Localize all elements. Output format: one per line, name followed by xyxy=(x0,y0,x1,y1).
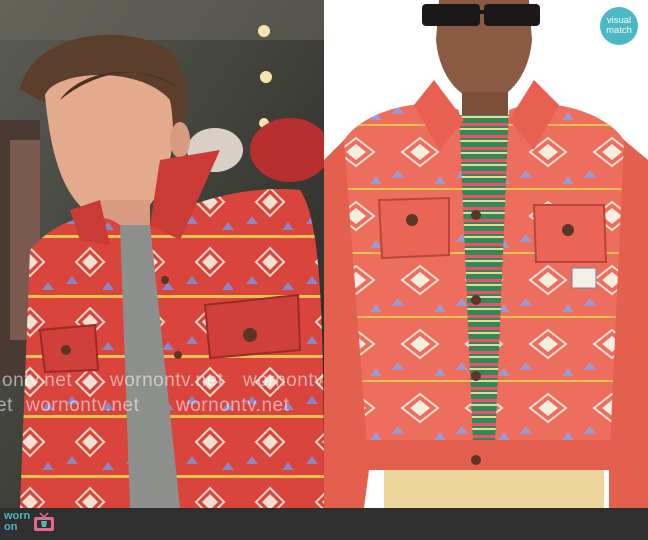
watermark-text: wornontv.net xyxy=(26,395,140,416)
tv-still-photo: ontv.net wornontv.net wornontv.net et wo… xyxy=(0,0,324,508)
image-canvas: ontv.net wornontv.net wornontv.net et wo… xyxy=(0,0,648,540)
watermark-text: ontv.net xyxy=(2,370,73,391)
logo-text: worn on xyxy=(4,511,30,533)
footer-bar: worn on xyxy=(0,508,648,540)
visual-match-badge[interactable]: visual match xyxy=(600,7,638,45)
watermark-text: wornontv.net xyxy=(176,395,290,416)
tv-icon xyxy=(34,512,55,531)
watermark-text: wornontv.net xyxy=(110,370,224,391)
tv-still-illustration xyxy=(0,0,324,508)
logo-word-on: on xyxy=(4,521,18,533)
product-photo: visual match xyxy=(324,0,648,508)
watermark-text: et xyxy=(0,395,13,416)
badge-line-2: match xyxy=(606,25,632,36)
watermark-text: wornontv.net xyxy=(243,370,324,391)
product-illustration xyxy=(324,0,648,508)
site-logo[interactable]: worn on xyxy=(4,511,55,533)
